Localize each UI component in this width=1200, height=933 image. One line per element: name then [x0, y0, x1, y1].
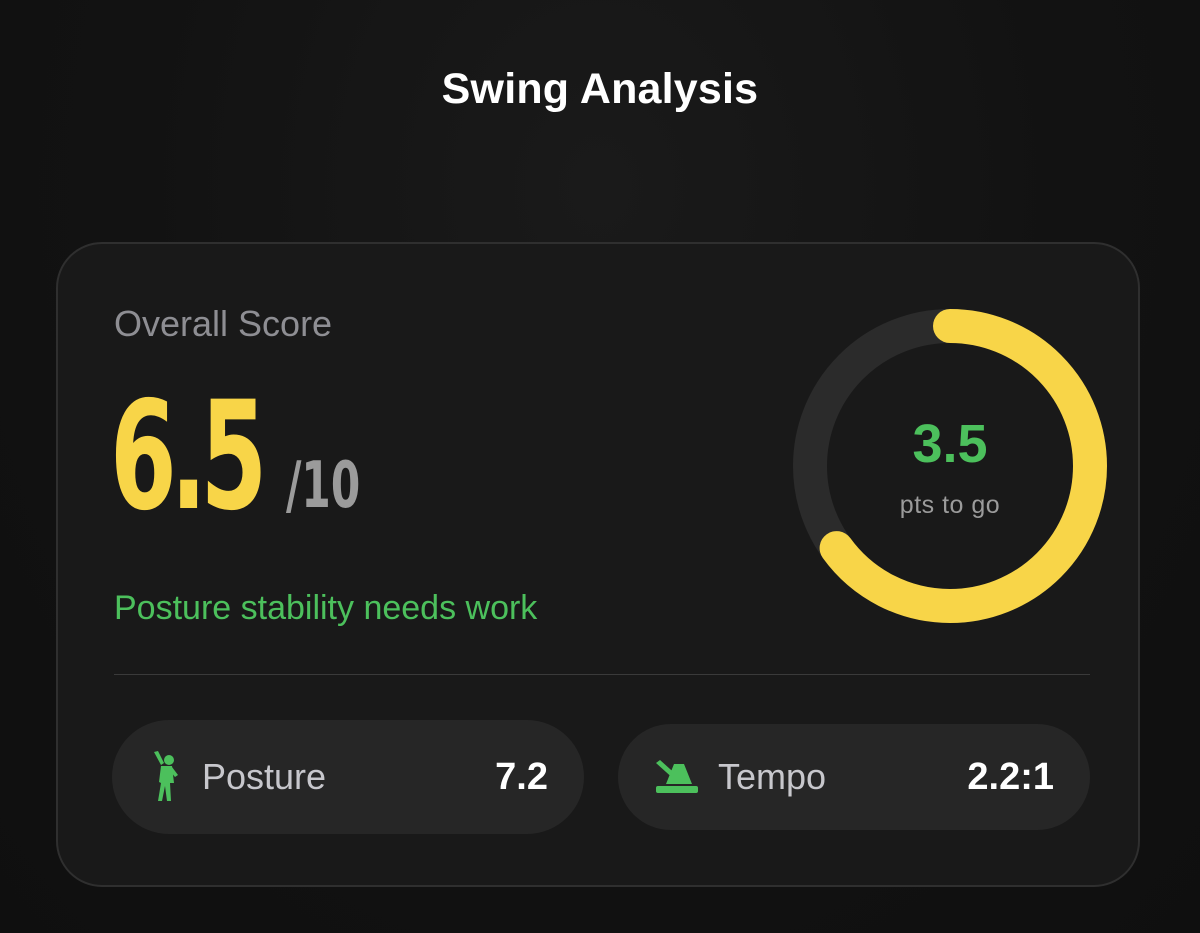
posture-value: 7.2 [495, 756, 548, 798]
metronome-icon [654, 760, 700, 794]
points-remaining-caption: pts to go [899, 491, 1001, 519]
posture-label: Posture [202, 756, 327, 797]
score-value: 6.5 [110, 370, 267, 544]
tempo-label: Tempo [718, 756, 827, 797]
divider [114, 674, 1090, 675]
tempo-value: 2.2:1 [967, 756, 1054, 798]
progress-ring: 3.5 pts to go [790, 306, 1110, 626]
overall-score-card: Overall Score 6.5 /10 Posture stability … [56, 242, 1140, 887]
score-display: 6.5 /10 [110, 382, 530, 532]
posture-metric[interactable]: Posture 7.2 [112, 720, 584, 834]
progress-ring-center: 3.5 pts to go [790, 306, 1110, 626]
golfer-icon [148, 749, 184, 805]
points-remaining-value: 3.5 [912, 414, 988, 474]
feedback-text: Posture stability needs work [114, 589, 538, 627]
page-title: Swing Analysis [441, 65, 759, 113]
score-max: /10 [286, 449, 361, 523]
tempo-metric[interactable]: Tempo 2.2:1 [618, 724, 1090, 830]
overall-score-label: Overall Score [114, 303, 333, 344]
